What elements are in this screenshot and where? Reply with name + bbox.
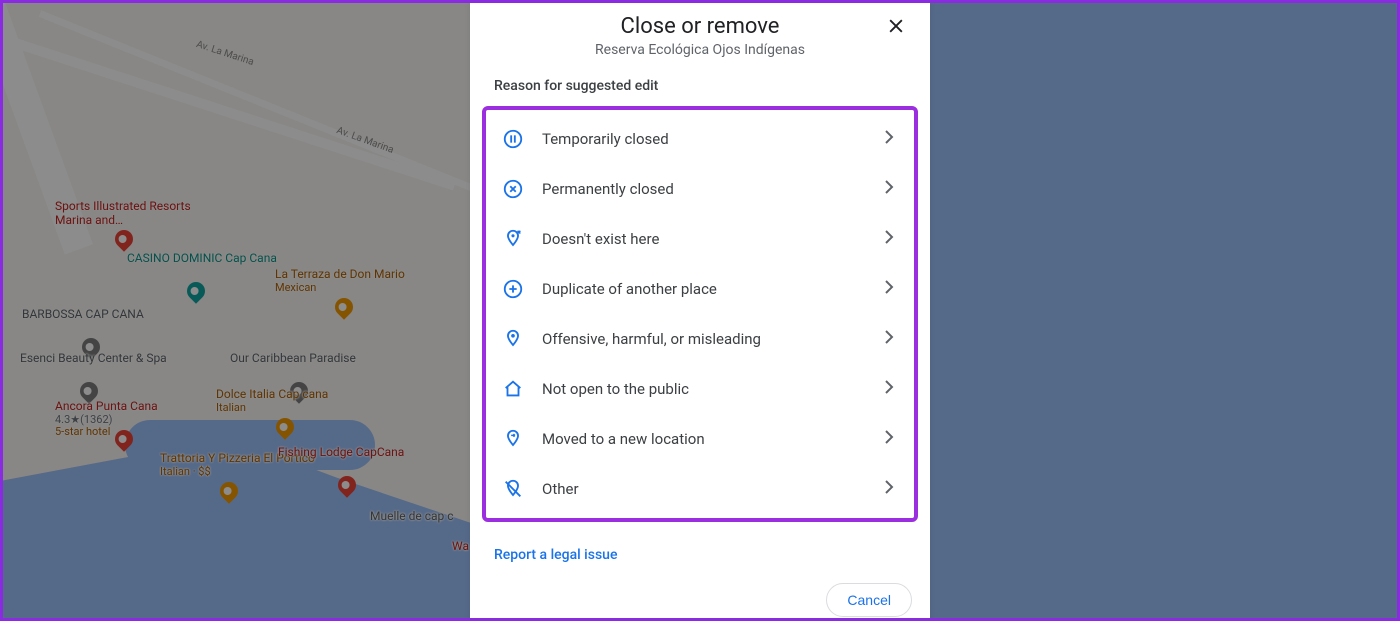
reason-label: Duplicate of another place xyxy=(528,280,884,298)
reason-option[interactable]: Not open to the public xyxy=(486,364,914,414)
reason-option[interactable]: Other xyxy=(486,464,914,514)
reason-list-highlight: Temporarily closed Permanently closed Does… xyxy=(482,106,918,522)
wrong-pin-icon xyxy=(498,228,528,250)
duplicate-icon xyxy=(498,278,528,300)
chevron-right-icon xyxy=(884,479,894,499)
reason-label: Not open to the public xyxy=(528,380,884,398)
reason-label: Temporarily closed xyxy=(528,130,884,148)
chevron-right-icon xyxy=(884,279,894,299)
chevron-right-icon xyxy=(884,329,894,349)
cancel-button[interactable]: Cancel xyxy=(826,583,912,617)
reason-label: Other xyxy=(528,480,884,498)
chevron-right-icon xyxy=(884,179,894,199)
flag-pin-icon xyxy=(498,328,528,350)
close-button[interactable] xyxy=(880,12,912,44)
chevron-right-icon xyxy=(884,229,894,249)
chevron-right-icon xyxy=(884,429,894,449)
reason-label: Permanently closed xyxy=(528,180,884,198)
chevron-right-icon xyxy=(884,129,894,149)
reason-option[interactable]: Doesn't exist here xyxy=(486,214,914,264)
moved-icon xyxy=(498,428,528,450)
reason-option[interactable]: Offensive, harmful, or misleading xyxy=(486,314,914,364)
chevron-right-icon xyxy=(884,379,894,399)
report-legal-issue-link[interactable]: Report a legal issue xyxy=(494,547,617,563)
reason-section-label: Reason for suggested edit xyxy=(470,60,930,100)
reason-option[interactable]: Permanently closed xyxy=(486,164,914,214)
close-icon xyxy=(886,16,906,40)
home-icon xyxy=(498,378,528,400)
pause-icon xyxy=(498,128,528,150)
x-circle-icon xyxy=(498,178,528,200)
no-pin-icon xyxy=(498,478,528,500)
modal-title: Close or remove xyxy=(526,14,874,39)
reason-option[interactable]: Duplicate of another place xyxy=(486,264,914,314)
reason-label: Offensive, harmful, or misleading xyxy=(528,330,884,348)
reason-label: Doesn't exist here xyxy=(528,230,884,248)
modal-subtitle: Reserva Ecológica Ojos Indígenas xyxy=(526,42,874,58)
reason-label: Moved to a new location xyxy=(528,430,884,448)
reason-option[interactable]: Temporarily closed xyxy=(486,114,914,164)
reason-option[interactable]: Moved to a new location xyxy=(486,414,914,464)
close-or-remove-modal: Close or remove Reserva Ecológica Ojos I… xyxy=(470,0,930,621)
